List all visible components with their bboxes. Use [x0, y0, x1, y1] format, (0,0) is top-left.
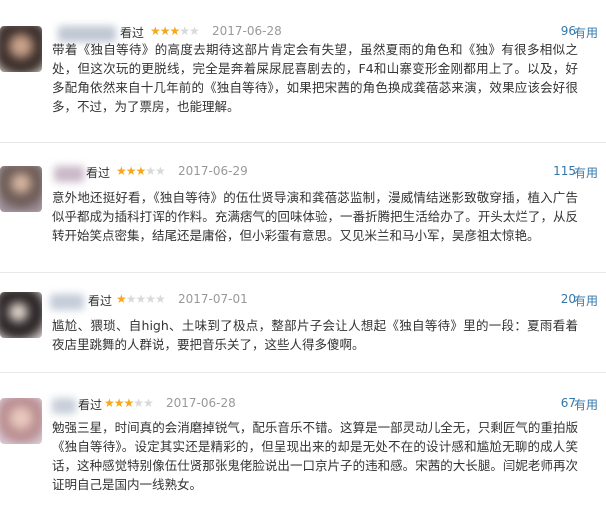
star-empty-icon: ★★ — [179, 24, 199, 38]
rating-stars: ★★★★★ — [116, 164, 166, 178]
watched-label: 看过 — [86, 166, 111, 180]
divider — [0, 272, 606, 273]
review-date: 2017-06-28 — [212, 24, 282, 38]
review-text: 勉强三星，时间真的会消磨掉锐气，配乐音乐不错。这算是一部灵动儿全无，只剩匠气的重… — [52, 420, 578, 492]
useful-button[interactable]: 有用 — [574, 396, 598, 413]
useful-button[interactable]: 有用 — [574, 24, 598, 41]
review-text: 带着《独自等待》的高度去期待这部片肯定会有失望，虽然夏雨的角色和《独》有很多相似… — [52, 42, 578, 114]
star-icon: ★★★ — [116, 164, 146, 178]
review-text: 尴尬、猥琐、自high、土味到了极点，整部片子会让人想起《独自等待》里的一段：夏… — [52, 318, 578, 352]
review-item: 看过 ★★★★★ 2017-07-01 20 有用 尴尬、猥琐、自high、土味… — [0, 292, 606, 362]
useful-button[interactable]: 有用 — [574, 164, 598, 181]
watched-label: 看过 — [88, 294, 113, 308]
divider — [0, 142, 606, 143]
watched-label: 看过 — [120, 26, 145, 40]
star-icon: ★★★ — [104, 396, 134, 410]
useful-button[interactable]: 有用 — [574, 292, 598, 309]
star-empty-icon: ★★ — [145, 164, 165, 178]
avatar[interactable] — [0, 398, 42, 444]
avatar[interactable] — [0, 26, 42, 72]
review-item: 看过 ★★★★★ 2017-06-28 67 有用 勉强三星，时间真的会消磨掉锐… — [0, 396, 606, 506]
username-blurred[interactable] — [50, 294, 84, 310]
review-text: 意外地还挺好看，《独自等待》的伍仕贤导演和龚蓓苾监制，漫威情结迷影致敬穿插，植入… — [52, 190, 578, 243]
star-empty-icon: ★★★★ — [125, 292, 166, 306]
username-blurred[interactable] — [52, 398, 76, 414]
review-date: 2017-06-29 — [178, 164, 248, 178]
divider — [0, 372, 606, 373]
avatar[interactable] — [0, 166, 42, 212]
review-item: 看过 ★★★★★ 2017-06-29 115 有用 意外地还挺好看，《独自等待… — [0, 164, 606, 264]
rating-stars: ★★★★★ — [150, 24, 200, 38]
rating-stars: ★★★★★ — [104, 396, 154, 410]
review-date: 2017-07-01 — [178, 292, 248, 306]
star-icon: ★ — [116, 292, 127, 306]
star-empty-icon: ★★ — [133, 396, 153, 410]
useful-count: 115 — [553, 164, 576, 178]
rating-stars: ★★★★★ — [116, 292, 166, 306]
star-icon: ★★★ — [150, 24, 180, 38]
watched-label: 看过 — [78, 398, 103, 412]
review-item: 看过 ★★★★★ 2017-06-28 96 有用 带着《独自等待》的高度去期待… — [0, 24, 606, 134]
avatar[interactable] — [0, 292, 42, 338]
review-date: 2017-06-28 — [166, 396, 236, 410]
username-blurred[interactable] — [54, 166, 84, 182]
